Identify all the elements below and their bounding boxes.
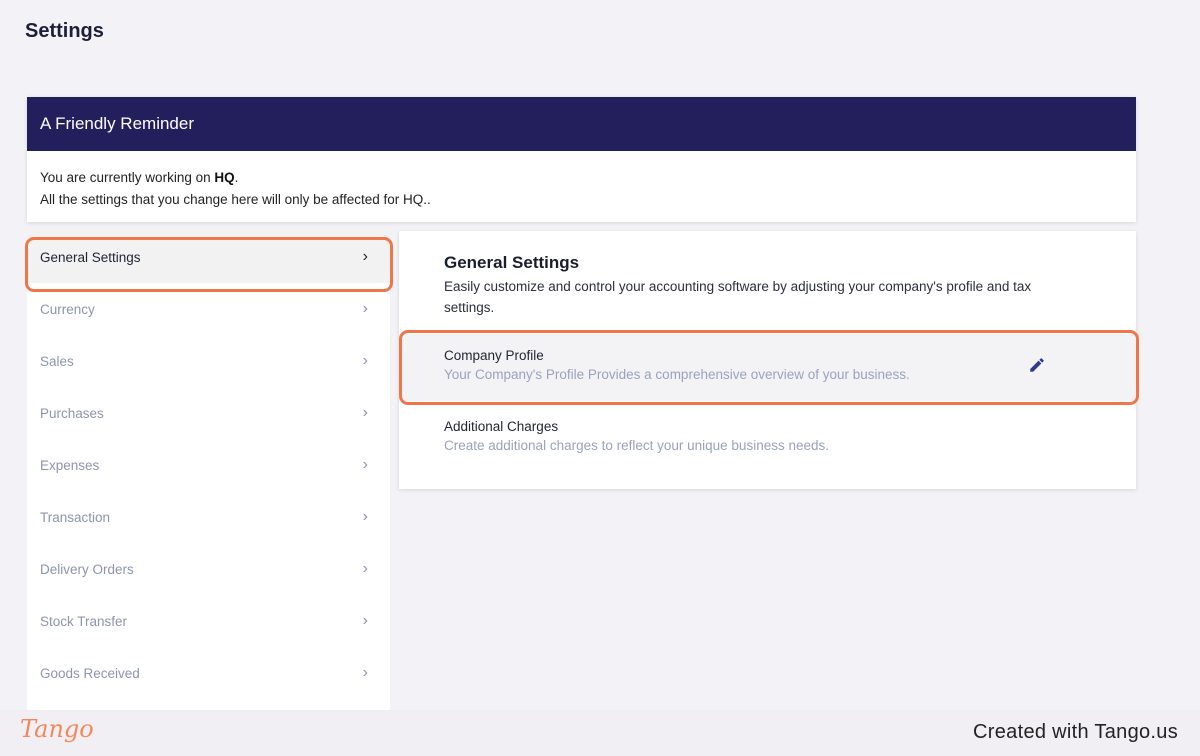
- reminder-card: A Friendly Reminder You are currently wo…: [27, 97, 1136, 222]
- sidebar-item-goods-received[interactable]: Goods Received ›: [27, 647, 390, 699]
- sidebar-item-label: Currency: [40, 301, 95, 317]
- sidebar-item-label: Transaction: [40, 509, 111, 525]
- panel-description: Easily customize and control your accoun…: [444, 279, 1032, 315]
- option-company-profile[interactable]: Company Profile Your Company's Profile P…: [399, 334, 1136, 401]
- chevron-right-icon: ›: [362, 248, 368, 265]
- reminder-body: You are currently working on HQ. All the…: [27, 151, 1136, 211]
- sidebar-item-sales[interactable]: Sales ›: [27, 335, 390, 387]
- chevron-right-icon: ›: [362, 508, 368, 525]
- footer-bar: Tango Created with Tango.us: [0, 710, 1200, 756]
- general-settings-panel: General Settings Easily customize and co…: [399, 231, 1136, 489]
- sidebar-item-label: Sales: [40, 353, 74, 369]
- sidebar-item-label: Purchases: [40, 405, 104, 421]
- sidebar-item-label: Goods Received: [40, 665, 140, 681]
- pencil-icon[interactable]: [1028, 356, 1046, 374]
- footer-credit: Created with Tango.us: [973, 721, 1178, 743]
- tango-logo: Tango: [20, 715, 94, 743]
- sidebar-item-delivery-orders[interactable]: Delivery Orders ›: [27, 543, 390, 595]
- sidebar-item-expenses[interactable]: Expenses ›: [27, 439, 390, 491]
- sidebar-item-label: Stock Transfer: [40, 613, 128, 629]
- sidebar-item-transaction[interactable]: Transaction ›: [27, 491, 390, 543]
- chevron-right-icon: ›: [362, 404, 368, 421]
- option-title: Additional Charges: [444, 419, 559, 434]
- chevron-right-icon: ›: [362, 456, 368, 473]
- sidebar-item-stock-transfer[interactable]: Stock Transfer ›: [27, 595, 390, 647]
- chevron-right-icon: ›: [362, 664, 368, 681]
- panel-title: General Settings: [444, 253, 580, 272]
- sidebar-item-general-settings[interactable]: General Settings ›: [27, 231, 390, 283]
- sidebar-item-label: General Settings: [40, 249, 141, 265]
- chevron-right-icon: ›: [362, 300, 368, 317]
- page-title: Settings: [25, 20, 104, 42]
- reminder-title: A Friendly Reminder: [27, 97, 1136, 151]
- option-additional-charges[interactable]: Additional Charges Create additional cha…: [399, 411, 1136, 461]
- settings-sidebar: General Settings › Currency › Sales › Pu…: [27, 231, 390, 711]
- chevron-right-icon: ›: [362, 352, 368, 369]
- sidebar-item-purchases[interactable]: Purchases ›: [27, 387, 390, 439]
- chevron-right-icon: ›: [362, 560, 368, 577]
- reminder-line-1-suffix: .: [234, 170, 239, 185]
- reminder-branch-name: HQ: [214, 170, 235, 185]
- chevron-right-icon: ›: [362, 612, 368, 629]
- reminder-line-1: You are currently working on HQ.: [40, 167, 1123, 189]
- sidebar-item-label: Delivery Orders: [40, 561, 134, 577]
- reminder-line-2: All the settings that you change here wi…: [40, 192, 431, 207]
- reminder-line-1-prefix: You are currently working on: [40, 170, 215, 185]
- option-subtitle: Create additional charges to reflect you…: [444, 438, 829, 453]
- sidebar-item-label: Expenses: [40, 457, 100, 473]
- sidebar-item-currency[interactable]: Currency ›: [27, 283, 390, 335]
